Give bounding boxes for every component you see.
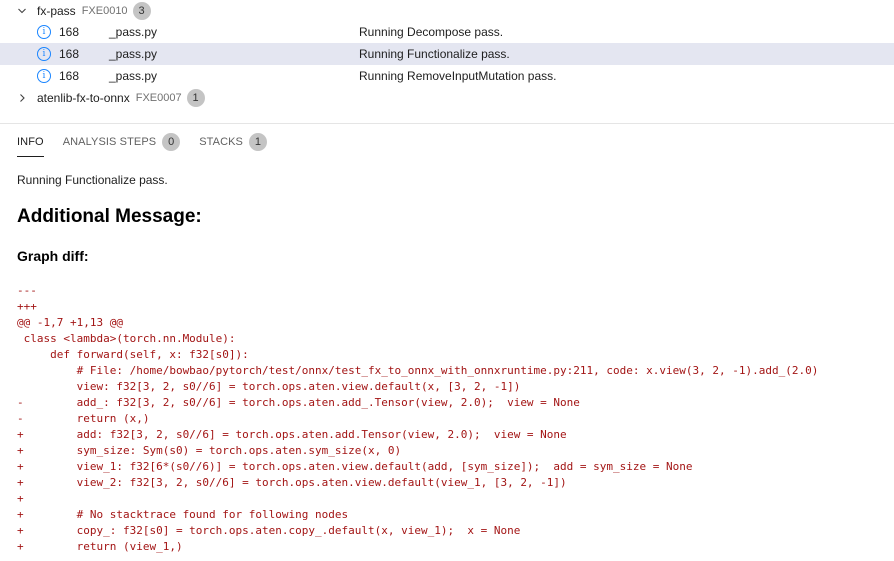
chevron-down-icon[interactable]	[17, 6, 27, 16]
result-row-selected[interactable]: i 168 _pass.py Running Functionalize pas…	[0, 43, 894, 65]
info-icon: i	[37, 25, 51, 39]
diff-line: # File: /home/bowbao/pytorch/test/onnx/t…	[17, 364, 819, 377]
result-message: Running Functionalize pass.	[359, 47, 510, 61]
tab-analysis-steps[interactable]: ANALYSIS STEPS 0	[63, 131, 181, 153]
result-row[interactable]: i 168 _pass.py Running RemoveInputMutati…	[0, 65, 894, 87]
group-code: FXE0007	[135, 92, 182, 104]
count-badge: 1	[186, 89, 205, 107]
tab-stacks[interactable]: STACKS 1	[199, 131, 267, 153]
diff-line: + # No stacktrace found for following no…	[17, 508, 349, 521]
diff-line: + return (view_1,)	[17, 540, 183, 553]
diff-line: @@ -1,7 +1,13 @@	[17, 316, 123, 329]
diff-line: + view_2: f32[3, 2, s0//6] = torch.ops.a…	[17, 476, 567, 489]
info-message: Running Functionalize pass.	[17, 173, 168, 187]
diff-line: +	[17, 492, 24, 505]
tree-group-fx-pass[interactable]: fx-pass FXE0010 3	[0, 0, 894, 22]
tab-label: ANALYSIS STEPS	[62, 136, 157, 148]
diff-line: + add: f32[3, 2, s0//6] = torch.ops.aten…	[17, 428, 567, 441]
diff-line: def forward(self, x: f32[s0]):	[17, 348, 249, 361]
result-file: _pass.py	[109, 69, 158, 83]
group-code: FXE0010	[81, 5, 128, 17]
tree-group-atenlib-fx-to-onnx[interactable]: atenlib-fx-to-onnx FXE0007 1	[0, 87, 894, 109]
graph-diff-heading: Graph diff:	[17, 248, 89, 264]
count-badge: 3	[132, 2, 151, 20]
group-name: atenlib-fx-to-onnx	[37, 91, 130, 105]
group-label: fx-pass FXE0010 3	[37, 2, 151, 20]
result-line: 168	[59, 47, 80, 61]
tab-label: INFO	[17, 136, 44, 148]
detail-tabs: INFO ANALYSIS STEPS 0 STACKS 1	[17, 131, 286, 157]
info-icon: i	[37, 47, 51, 61]
result-line: 168	[59, 25, 80, 39]
diff-line: - add_: f32[3, 2, s0//6] = torch.ops.ate…	[17, 396, 580, 409]
diff-line: class <lambda>(torch.nn.Module):	[17, 332, 236, 345]
diff-line: + copy_: f32[s0] = torch.ops.aten.copy_.…	[17, 524, 521, 537]
tab-label: STACKS	[199, 136, 243, 148]
result-message: Running Decompose pass.	[359, 25, 504, 39]
group-label: atenlib-fx-to-onnx FXE0007 1	[37, 89, 205, 107]
group-name: fx-pass	[37, 4, 76, 18]
info-icon: i	[37, 69, 51, 83]
diff-line: view: f32[3, 2, s0//6] = torch.ops.aten.…	[17, 380, 521, 393]
diff-line: + sym_size: Sym(s0) = torch.ops.aten.sym…	[17, 444, 402, 457]
chevron-right-icon[interactable]	[17, 93, 27, 103]
diff-line: ---	[17, 284, 37, 297]
diff-line: + view_1: f32[6*(s0//6)] = torch.ops.ate…	[17, 460, 693, 473]
count-badge: 1	[249, 133, 267, 151]
panel-divider	[0, 123, 894, 124]
result-row[interactable]: i 168 _pass.py Running Decompose pass.	[0, 21, 894, 43]
tab-info[interactable]: INFO	[17, 131, 44, 157]
additional-message-heading: Additional Message:	[17, 206, 202, 227]
result-message: Running RemoveInputMutation pass.	[359, 69, 557, 83]
result-file: _pass.py	[109, 25, 158, 39]
diff-line: +++	[17, 300, 37, 313]
result-line: 168	[59, 69, 80, 83]
graph-diff-code: --- +++ @@ -1,7 +1,13 @@ class <lambda>(to…	[17, 283, 818, 555]
result-file: _pass.py	[109, 47, 158, 61]
count-badge: 0	[162, 133, 181, 151]
diff-line: - return (x,)	[17, 412, 150, 425]
